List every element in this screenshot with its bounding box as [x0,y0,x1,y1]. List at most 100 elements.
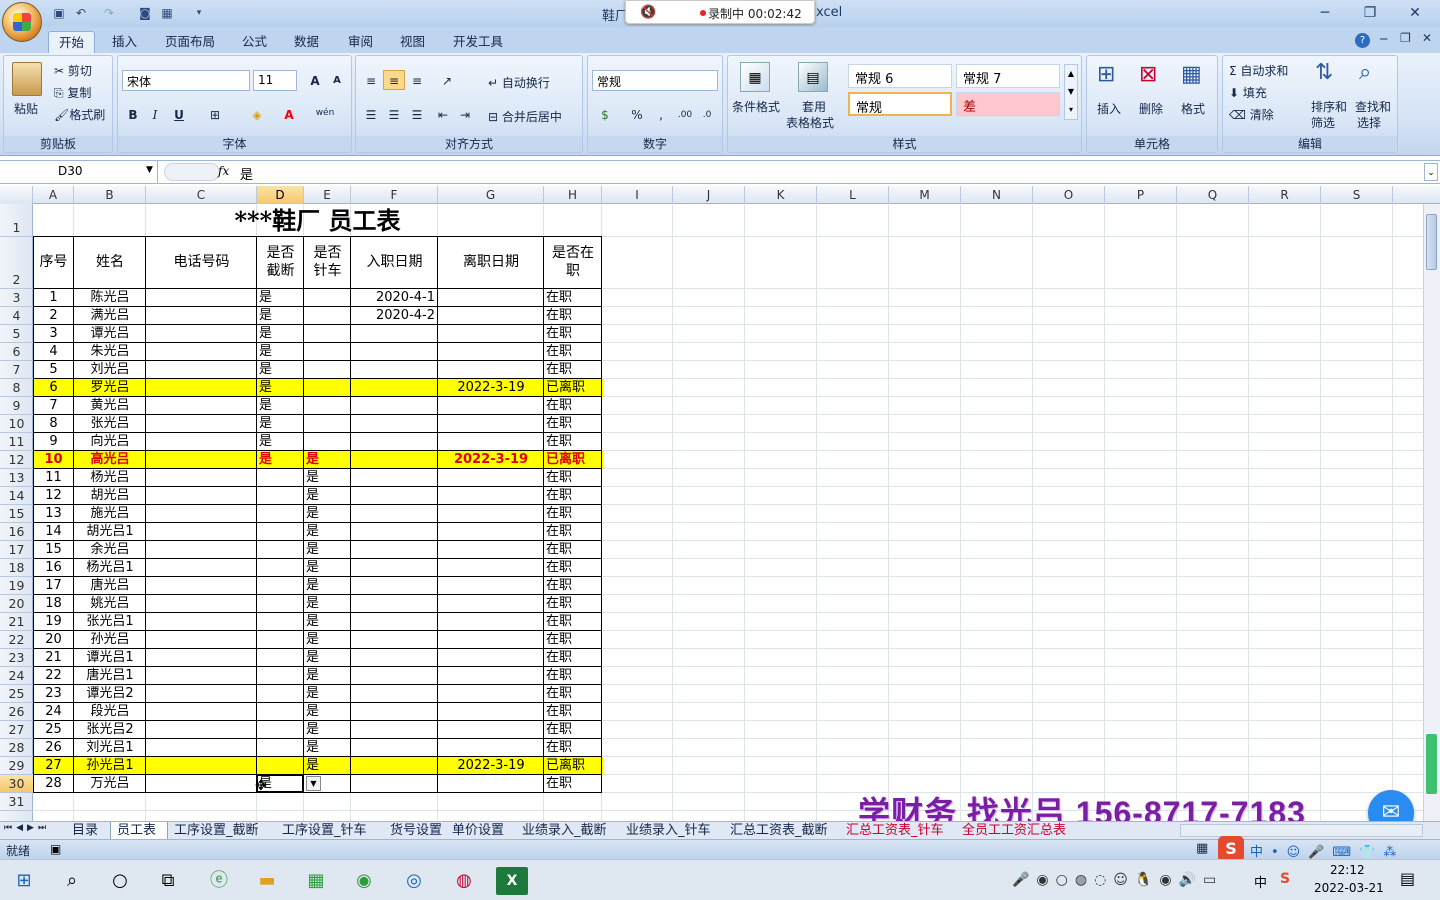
tab-insert[interactable]: 插入 [102,31,147,53]
cell-status[interactable]: 在职 [546,559,602,576]
name-box-dropdown-icon[interactable]: ▼ [146,165,153,175]
cortana-icon[interactable]: ○ [104,867,136,895]
sheet-tab-8[interactable]: 汇总工资表_截断 [724,822,840,840]
align-bottom-icon[interactable]: ≡ [406,70,428,90]
cell-cut[interactable]: 是 [259,325,304,342]
format-painter-button[interactable]: 🖌格式刷 [54,106,105,123]
cell-seq[interactable]: 27 [33,757,74,774]
cell-cut[interactable]: 是 [259,361,304,378]
browser-icon[interactable]: ◎ [398,867,430,895]
find-select-bottom[interactable]: 选择 [1357,114,1381,131]
row-header-24[interactable]: 24 [0,667,33,685]
horizontal-scrollbar[interactable] [1180,824,1423,837]
sheet-tab-7[interactable]: 业绩录入_针车 [620,822,724,840]
column-header-b[interactable]: B [74,186,146,204]
cell-sew[interactable]: 是 [306,505,351,522]
paste-button[interactable]: 粘贴 [14,100,38,117]
conditional-format-button[interactable]: 条件格式 [732,98,780,115]
column-header-j[interactable]: J [673,186,745,204]
cell-status[interactable]: 在职 [546,361,602,378]
cell-seq[interactable]: 8 [33,415,74,432]
cell-name[interactable]: 罗光吕 [74,379,146,396]
column-header-i[interactable]: I [602,186,673,204]
cell-name[interactable]: 谭光吕1 [74,649,146,666]
cell-sew[interactable]: 是 [306,523,351,540]
row-header-9[interactable]: 9 [0,397,33,415]
macro-record-icon[interactable]: ▣ [50,842,61,856]
browser-e-icon[interactable]: ⓔ [203,867,235,895]
cell-status[interactable]: 在职 [546,433,602,450]
save-icon[interactable]: ▣ [50,4,68,22]
percent-button[interactable]: % [626,104,648,124]
cell-seq[interactable]: 15 [33,541,74,558]
style-bad[interactable]: 差 [956,92,1060,116]
cell-seq[interactable]: 17 [33,577,74,594]
cell-name[interactable]: 施光吕 [74,505,146,522]
style-normal-6[interactable]: 常规 6 [848,64,952,88]
cell-status[interactable]: 在职 [546,721,602,738]
folder-icon[interactable]: ▬ [251,867,283,895]
cell-seq[interactable]: 3 [33,325,74,342]
cell-name[interactable]: 张光吕1 [74,613,146,630]
increase-decimal-icon[interactable]: .00 [674,104,696,124]
cell-name[interactable]: 胡光吕1 [74,523,146,540]
cell-seq[interactable]: 10 [33,451,74,468]
cell-sew[interactable]: 是 [306,757,351,774]
recorder-icon[interactable]: ◍ [448,867,480,895]
row-header-3[interactable]: 3 [0,289,33,307]
cell-seq[interactable]: 1 [33,289,74,306]
cell-sew[interactable]: 是 [306,703,351,720]
cell-seq[interactable]: 21 [33,649,74,666]
cell-cut[interactable]: 是 [259,451,304,468]
tab-data[interactable]: 数据 [284,31,329,53]
row-header-11[interactable]: 11 [0,433,33,451]
font-size-select[interactable]: 11 [253,70,297,91]
cell-status[interactable]: 在职 [546,505,602,522]
cell-sew[interactable]: 是 [306,559,351,576]
tab-view[interactable]: 视图 [390,31,435,53]
row-header-17[interactable]: 17 [0,541,33,559]
fx-icon[interactable]: fx [218,164,229,178]
cell-name[interactable]: 胡光吕 [74,487,146,504]
align-right-icon[interactable]: ☰ [406,104,428,124]
row-header-14[interactable]: 14 [0,487,33,505]
cell-name[interactable]: 高光吕 [74,451,146,468]
cell-status[interactable]: 已离职 [546,757,602,774]
windows-start-icon[interactable]: ⊞ [8,867,40,895]
cell-name[interactable]: 刘光吕1 [74,739,146,756]
row-header-7[interactable]: 7 [0,361,33,379]
cell-status[interactable]: 在职 [546,613,602,630]
expand-formula-icon[interactable]: ⌄ [1424,163,1438,181]
underline-button[interactable]: U [168,104,190,124]
cell-name[interactable]: 余光吕 [74,541,146,558]
speaker-muted-icon[interactable]: 🔇 [640,5,656,20]
column-header-g[interactable]: G [438,186,544,204]
row-header-27[interactable]: 27 [0,721,33,739]
restore-button[interactable]: ❐ [1355,3,1385,23]
row-header-23[interactable]: 23 [0,649,33,667]
cell-sew[interactable]: 是 [306,541,351,558]
wechat-icon[interactable]: ◉ [348,867,380,895]
sogou-tray-icon[interactable]: S [1280,871,1290,887]
cell-status[interactable]: 在职 [546,577,602,594]
cell-sew[interactable]: 是 [306,649,351,666]
align-left-icon[interactable]: ☰ [360,104,382,124]
cell-name[interactable]: 刘光吕 [74,361,146,378]
normal-view-icon[interactable]: ▦ [1196,841,1208,856]
row-header-18[interactable]: 18 [0,559,33,577]
cell-seq[interactable]: 2 [33,307,74,324]
styles-scroll-icon[interactable]: ▲ ▼ ▾ [1064,64,1078,120]
align-top-icon[interactable]: ≡ [360,70,382,90]
cell-seq[interactable]: 18 [33,595,74,612]
column-header-s[interactable]: S [1321,186,1393,204]
cell-name[interactable]: 谭光吕 [74,325,146,342]
scroll-thumb[interactable] [1426,214,1437,270]
close-button[interactable]: ✕ [1400,3,1430,23]
column-header-a[interactable]: A [33,186,74,204]
sheet-tab-6[interactable]: 业绩录入_截断 [516,822,620,840]
formula-input[interactable]: 是 [240,164,253,183]
align-middle-icon[interactable]: ≡ [383,70,405,90]
cell-status[interactable]: 在职 [546,739,602,756]
cell-hire-date[interactable]: 2020-4-2 [351,307,438,324]
decrease-indent-icon[interactable]: ⇤ [432,104,454,124]
